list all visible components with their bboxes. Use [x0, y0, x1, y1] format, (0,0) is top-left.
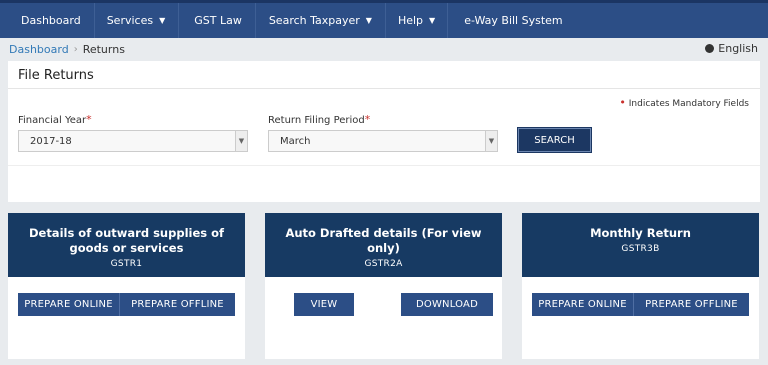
- financial-year-value: 2017-18: [30, 135, 72, 147]
- prepare-offline-button[interactable]: PREPARE OFFLINE: [634, 293, 749, 316]
- caret-down-icon: ▼: [159, 16, 166, 25]
- globe-icon: [705, 44, 715, 53]
- mandatory-note-text: Indicates Mandatory Fields: [628, 99, 749, 109]
- nav-gst-law-label: GST Law: [194, 14, 242, 27]
- caret-down-icon: ▼: [365, 16, 372, 25]
- nav-gst-law[interactable]: GST Law: [179, 3, 256, 38]
- required-marker: *: [364, 113, 371, 126]
- mandatory-note: • Indicates Mandatory Fields: [619, 96, 749, 109]
- financial-year-select[interactable]: 2017-18 ▼: [18, 130, 248, 152]
- required-marker: *: [86, 113, 92, 126]
- file-returns-panel: File Returns • Indicates Mandatory Field…: [8, 61, 760, 202]
- card-header: Monthly Return GSTR3B: [522, 213, 759, 277]
- return-card-gstr3b: Monthly Return GSTR3B PREPARE ONLINE PRE…: [522, 213, 759, 359]
- financial-year-label-text: Financial Year: [18, 115, 87, 126]
- filing-period-select[interactable]: March ▼: [268, 130, 498, 152]
- filing-period-label-text: Return Filing Period: [268, 115, 365, 126]
- breadcrumb-dashboard-link[interactable]: Dashboard: [9, 43, 69, 56]
- breadcrumb-separator: ›: [73, 43, 78, 55]
- card-form-code: GSTR3B: [621, 244, 660, 254]
- card-header: Details of outward supplies of goods or …: [8, 213, 245, 277]
- chevron-down-icon: ▼: [235, 131, 247, 151]
- caret-down-icon: ▼: [429, 16, 436, 25]
- top-nav: Dashboard Services ▼ GST Law Search Taxpa…: [0, 0, 768, 38]
- breadcrumb-current: Returns: [82, 42, 125, 56]
- panel-title: File Returns: [18, 68, 94, 83]
- search-button[interactable]: SEARCH: [518, 128, 591, 152]
- download-button[interactable]: DOWNLOAD: [401, 293, 493, 316]
- nav-search-taxpayer-label: Search Taxpayer: [268, 14, 360, 27]
- nav-services[interactable]: Services ▼: [95, 3, 180, 38]
- breadcrumb: Dashboard › Returns English: [0, 38, 768, 60]
- filing-period-label: Return Filing Period*: [268, 113, 370, 126]
- language-label: English: [718, 42, 758, 55]
- nav-dashboard-label: Dashboard: [21, 14, 81, 27]
- card-title: Auto Drafted details (For view only): [285, 226, 482, 255]
- nav-eway-bill[interactable]: e-Way Bill System: [448, 3, 575, 38]
- prepare-offline-button[interactable]: PREPARE OFFLINE: [120, 293, 235, 316]
- prepare-online-button[interactable]: PREPARE ONLINE: [18, 293, 119, 316]
- card-title: Details of outward supplies of goods or …: [28, 226, 225, 255]
- prepare-online-button[interactable]: PREPARE ONLINE: [532, 293, 633, 316]
- return-card-gstr1: Details of outward supplies of goods or …: [8, 213, 245, 359]
- nav-search-taxpayer[interactable]: Search Taxpayer ▼: [256, 3, 386, 38]
- filing-period-value: March: [280, 135, 311, 147]
- language-selector[interactable]: English: [705, 42, 758, 55]
- nav-services-label: Services: [106, 14, 154, 27]
- required-marker: •: [619, 96, 626, 109]
- nav-eway-bill-label: e-Way Bill System: [464, 14, 563, 27]
- divider: [8, 88, 760, 89]
- view-button[interactable]: VIEW: [294, 293, 354, 316]
- card-form-code: GSTR2A: [364, 259, 403, 269]
- financial-year-label: Financial Year*: [18, 113, 92, 126]
- nav-dashboard[interactable]: Dashboard: [0, 3, 95, 38]
- nav-help-label: Help: [397, 14, 424, 27]
- card-title: Monthly Return: [590, 226, 691, 240]
- divider: [8, 165, 760, 166]
- nav-help[interactable]: Help ▼: [386, 3, 449, 38]
- return-card-gstr2a: Auto Drafted details (For view only) GST…: [265, 213, 502, 359]
- chevron-down-icon: ▼: [485, 131, 497, 151]
- card-header: Auto Drafted details (For view only) GST…: [265, 213, 502, 277]
- card-form-code: GSTR1: [110, 259, 143, 269]
